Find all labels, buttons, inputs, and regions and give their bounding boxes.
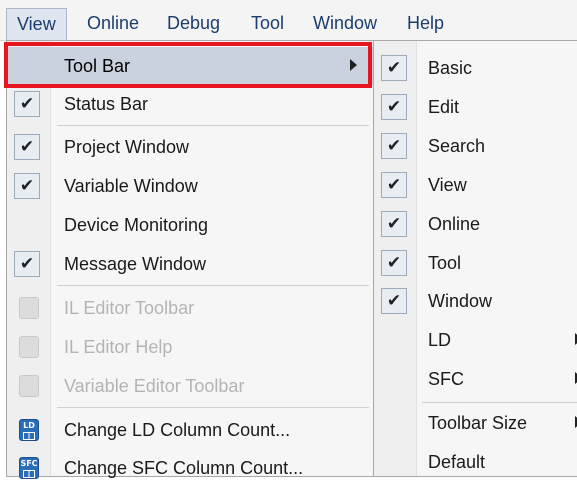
submenu-item-label: Search — [428, 136, 486, 156]
submenu-item-label: Online — [428, 214, 481, 234]
submenu-separator — [422, 402, 577, 403]
submenu-item-default[interactable]: Default — [374, 443, 577, 481]
menu-item-il-editor-toolbar: IL Editor Toolbar — [7, 289, 373, 327]
il-editor-toolbar-icon — [19, 297, 39, 319]
menu-item-label: Status Bar — [64, 94, 149, 114]
checkmark-icon: ✔ — [381, 288, 407, 314]
menu-item-label: Message Window — [64, 254, 207, 274]
submenu-item-window[interactable]: ✔ Window — [374, 282, 577, 320]
menu-view[interactable]: View — [6, 8, 67, 40]
menu-item-label: Variable Window — [64, 176, 198, 196]
checkmark-icon: ✔ — [381, 172, 407, 198]
submenu-item-label: Default — [428, 452, 486, 472]
submenu-item-tool[interactable]: ✔ Tool — [374, 244, 577, 282]
submenu-item-ld[interactable]: LD — [374, 321, 577, 359]
menu-item-label: Project Window — [64, 137, 190, 157]
checkmark-icon: ✔ — [381, 211, 407, 237]
menu-item-device-monitoring[interactable]: Device Monitoring — [7, 206, 373, 244]
submenu-item-label: Window — [428, 291, 493, 311]
menu-help[interactable]: Help — [407, 8, 444, 38]
menu-item-label: Change LD Column Count... — [64, 420, 291, 440]
menu-item-message-window[interactable]: ✔ Message Window — [7, 245, 373, 283]
highlight-frame — [4, 42, 372, 88]
checkmark-icon: ✔ — [381, 55, 407, 81]
submenu-item-label: Tool — [428, 253, 462, 273]
checkmark-icon: ✔ — [381, 94, 407, 120]
checkmark-icon: ✔ — [14, 134, 40, 160]
menu-item-label: Device Monitoring — [64, 215, 209, 235]
ld-column-icon: LD — [19, 419, 39, 441]
menu-item-label: IL Editor Toolbar — [64, 298, 195, 318]
submenu-item-view[interactable]: ✔ View — [374, 166, 577, 204]
submenu-item-label: Edit — [428, 97, 460, 117]
menu-separator — [57, 407, 369, 408]
menu-item-project-window[interactable]: ✔ Project Window — [7, 128, 373, 166]
menu-item-label: IL Editor Help — [64, 337, 173, 357]
checkmark-icon: ✔ — [381, 133, 407, 159]
checkmark-icon: ✔ — [14, 251, 40, 277]
checkmark-icon: ✔ — [14, 173, 40, 199]
il-editor-help-icon — [19, 336, 39, 358]
menu-item-change-ld-column-count[interactable]: LD Change LD Column Count... — [7, 411, 373, 449]
menu-window[interactable]: Window — [313, 8, 377, 38]
submenu-item-edit[interactable]: ✔ Edit — [374, 88, 577, 126]
menu-item-il-editor-help: IL Editor Help — [7, 328, 373, 366]
menu-debug[interactable]: Debug — [167, 8, 220, 38]
menu-item-label: Change SFC Column Count... — [64, 458, 304, 478]
menu-separator — [57, 125, 369, 126]
menu-bar: View Online Debug Tool Window Help — [0, 0, 577, 41]
checkmark-icon: ✔ — [381, 250, 407, 276]
submenu-item-label: Toolbar Size — [428, 413, 528, 433]
view-menu: Tool Bar ✔ Status Bar ✔ Project Window ✔… — [6, 40, 374, 479]
sfc-column-icon: SFC — [19, 457, 39, 479]
toolbar-submenu: ✔ Basic ✔ Edit ✔ Search ✔ View ✔ Online … — [373, 40, 577, 477]
menu-online[interactable]: Online — [87, 8, 139, 38]
submenu-item-label: LD — [428, 330, 452, 350]
menu-item-label: Variable Editor Toolbar — [64, 376, 245, 396]
submenu-item-basic[interactable]: ✔ Basic — [374, 49, 577, 87]
submenu-item-online[interactable]: ✔ Online — [374, 205, 577, 243]
menu-tool[interactable]: Tool — [251, 8, 284, 38]
submenu-item-search[interactable]: ✔ Search — [374, 127, 577, 165]
submenu-item-sfc[interactable]: SFC — [374, 360, 577, 398]
submenu-item-label: Basic — [428, 58, 473, 78]
submenu-item-toolbar-size[interactable]: Toolbar Size — [374, 404, 577, 442]
menu-item-variable-editor-toolbar: Variable Editor Toolbar — [7, 367, 373, 405]
submenu-item-label: View — [428, 175, 467, 195]
submenu-item-label: SFC — [428, 369, 464, 389]
menu-item-variable-window[interactable]: ✔ Variable Window — [7, 167, 373, 205]
menu-separator — [57, 285, 369, 286]
variable-editor-toolbar-icon — [19, 375, 39, 397]
checkmark-icon: ✔ — [14, 91, 40, 117]
menu-item-status-bar[interactable]: ✔ Status Bar — [7, 85, 373, 123]
menu-item-change-sfc-column-count[interactable]: SFC Change SFC Column Count... — [7, 449, 373, 487]
